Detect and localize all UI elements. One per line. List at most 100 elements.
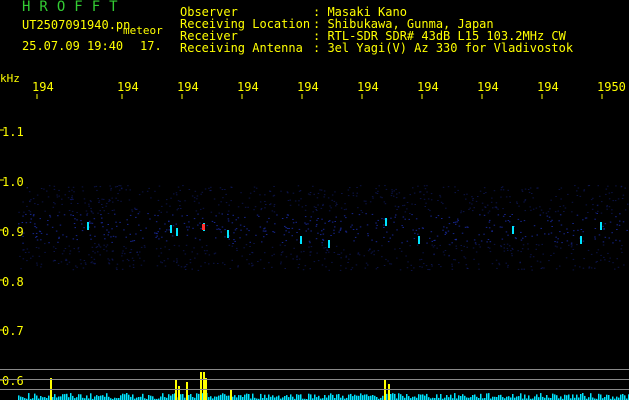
noise-speck bbox=[124, 253, 126, 255]
noise-speck bbox=[248, 230, 250, 232]
noise-speck bbox=[457, 218, 459, 220]
noise-speck bbox=[483, 187, 486, 189]
noise-speck bbox=[367, 233, 369, 235]
noise-speck bbox=[191, 251, 193, 253]
noise-speck bbox=[496, 207, 498, 209]
time-tick-label: 194 bbox=[117, 80, 139, 94]
meter-bar bbox=[474, 394, 476, 400]
noise-speck bbox=[92, 262, 95, 264]
noise-speck bbox=[348, 258, 350, 260]
noise-speck bbox=[617, 266, 620, 268]
noise-speck bbox=[529, 187, 532, 189]
noise-speck bbox=[58, 195, 60, 197]
noise-speck bbox=[81, 186, 84, 188]
noise-speck bbox=[176, 260, 178, 262]
noise-speck bbox=[138, 194, 141, 196]
noise-speck bbox=[495, 259, 498, 261]
timestamp: 25.07.09 19:40 bbox=[22, 39, 124, 53]
noise-speck bbox=[292, 192, 295, 194]
noise-speck bbox=[294, 200, 297, 202]
noise-speck bbox=[339, 228, 342, 230]
noise-speck bbox=[99, 246, 102, 248]
meter-bar bbox=[390, 394, 392, 400]
noise-speck bbox=[323, 190, 326, 192]
noise-speck bbox=[455, 223, 457, 225]
noise-speck bbox=[90, 210, 92, 212]
noise-speck bbox=[509, 201, 511, 203]
noise-speck bbox=[395, 188, 397, 190]
noise-speck bbox=[171, 235, 174, 237]
noise-speck bbox=[68, 245, 70, 247]
noise-speck bbox=[367, 250, 370, 252]
noise-speck bbox=[90, 201, 92, 203]
noise-speck bbox=[121, 255, 123, 257]
meter-bar bbox=[150, 395, 152, 400]
noise-speck bbox=[39, 218, 41, 220]
noise-speck bbox=[381, 245, 383, 247]
noise-speck bbox=[286, 227, 289, 229]
noise-speck bbox=[229, 268, 232, 270]
meter-gridline bbox=[0, 389, 629, 390]
noise-speck bbox=[213, 198, 216, 200]
noise-speck bbox=[583, 258, 585, 260]
noise-speck bbox=[524, 210, 526, 212]
noise-speck bbox=[515, 238, 517, 240]
noise-speck bbox=[397, 206, 400, 208]
noise-speck bbox=[103, 210, 105, 212]
noise-speck bbox=[436, 247, 438, 249]
noise-speck bbox=[197, 213, 199, 215]
noise-speck bbox=[193, 247, 195, 249]
noise-speck bbox=[454, 192, 456, 194]
noise-speck bbox=[574, 265, 576, 267]
noise-speck bbox=[478, 244, 480, 246]
noise-speck bbox=[77, 203, 79, 204]
noise-speck bbox=[161, 262, 163, 264]
noise-speck bbox=[40, 188, 43, 189]
noise-speck bbox=[115, 197, 117, 199]
noise-speck bbox=[90, 207, 92, 209]
noise-speck bbox=[444, 250, 447, 251]
noise-speck bbox=[140, 264, 143, 266]
noise-speck bbox=[309, 242, 311, 244]
meter-bar bbox=[122, 393, 124, 400]
noise-speck bbox=[168, 229, 170, 231]
noise-speck bbox=[228, 204, 230, 206]
noise-speck bbox=[495, 202, 498, 204]
noise-speck bbox=[384, 185, 386, 187]
noise-speck bbox=[127, 185, 129, 187]
meter-bar bbox=[608, 395, 610, 400]
noise-speck bbox=[80, 263, 82, 265]
noise-speck bbox=[556, 246, 558, 248]
noise-speck bbox=[367, 235, 369, 237]
noise-speck bbox=[179, 200, 181, 202]
noise-speck bbox=[279, 244, 282, 246]
noise-speck bbox=[410, 264, 412, 266]
noise-speck bbox=[191, 195, 194, 197]
noise-speck bbox=[440, 201, 443, 203]
noise-speck bbox=[328, 269, 330, 271]
noise-speck bbox=[25, 213, 27, 215]
noise-speck bbox=[570, 243, 573, 245]
noise-speck bbox=[89, 234, 92, 236]
noise-speck bbox=[138, 224, 140, 226]
noise-speck bbox=[44, 251, 46, 253]
time-tick-label: 194 bbox=[417, 80, 439, 94]
noise-speck bbox=[426, 185, 428, 187]
noise-speck bbox=[357, 253, 359, 255]
meter-bar bbox=[126, 393, 128, 400]
noise-speck bbox=[22, 201, 24, 203]
noise-speck bbox=[219, 187, 222, 189]
noise-speck bbox=[345, 231, 348, 233]
noise-speck bbox=[594, 267, 596, 269]
meter-bar bbox=[152, 396, 154, 400]
noise-speck bbox=[71, 210, 74, 212]
noise-speck bbox=[155, 232, 158, 234]
noise-speck bbox=[53, 202, 55, 204]
noise-speck bbox=[353, 240, 355, 242]
noise-speck bbox=[72, 269, 75, 271]
noise-speck bbox=[131, 240, 134, 242]
noise-speck bbox=[572, 223, 574, 224]
noise-speck bbox=[479, 214, 481, 216]
noise-speck bbox=[477, 196, 479, 197]
meter-bar bbox=[402, 395, 404, 400]
